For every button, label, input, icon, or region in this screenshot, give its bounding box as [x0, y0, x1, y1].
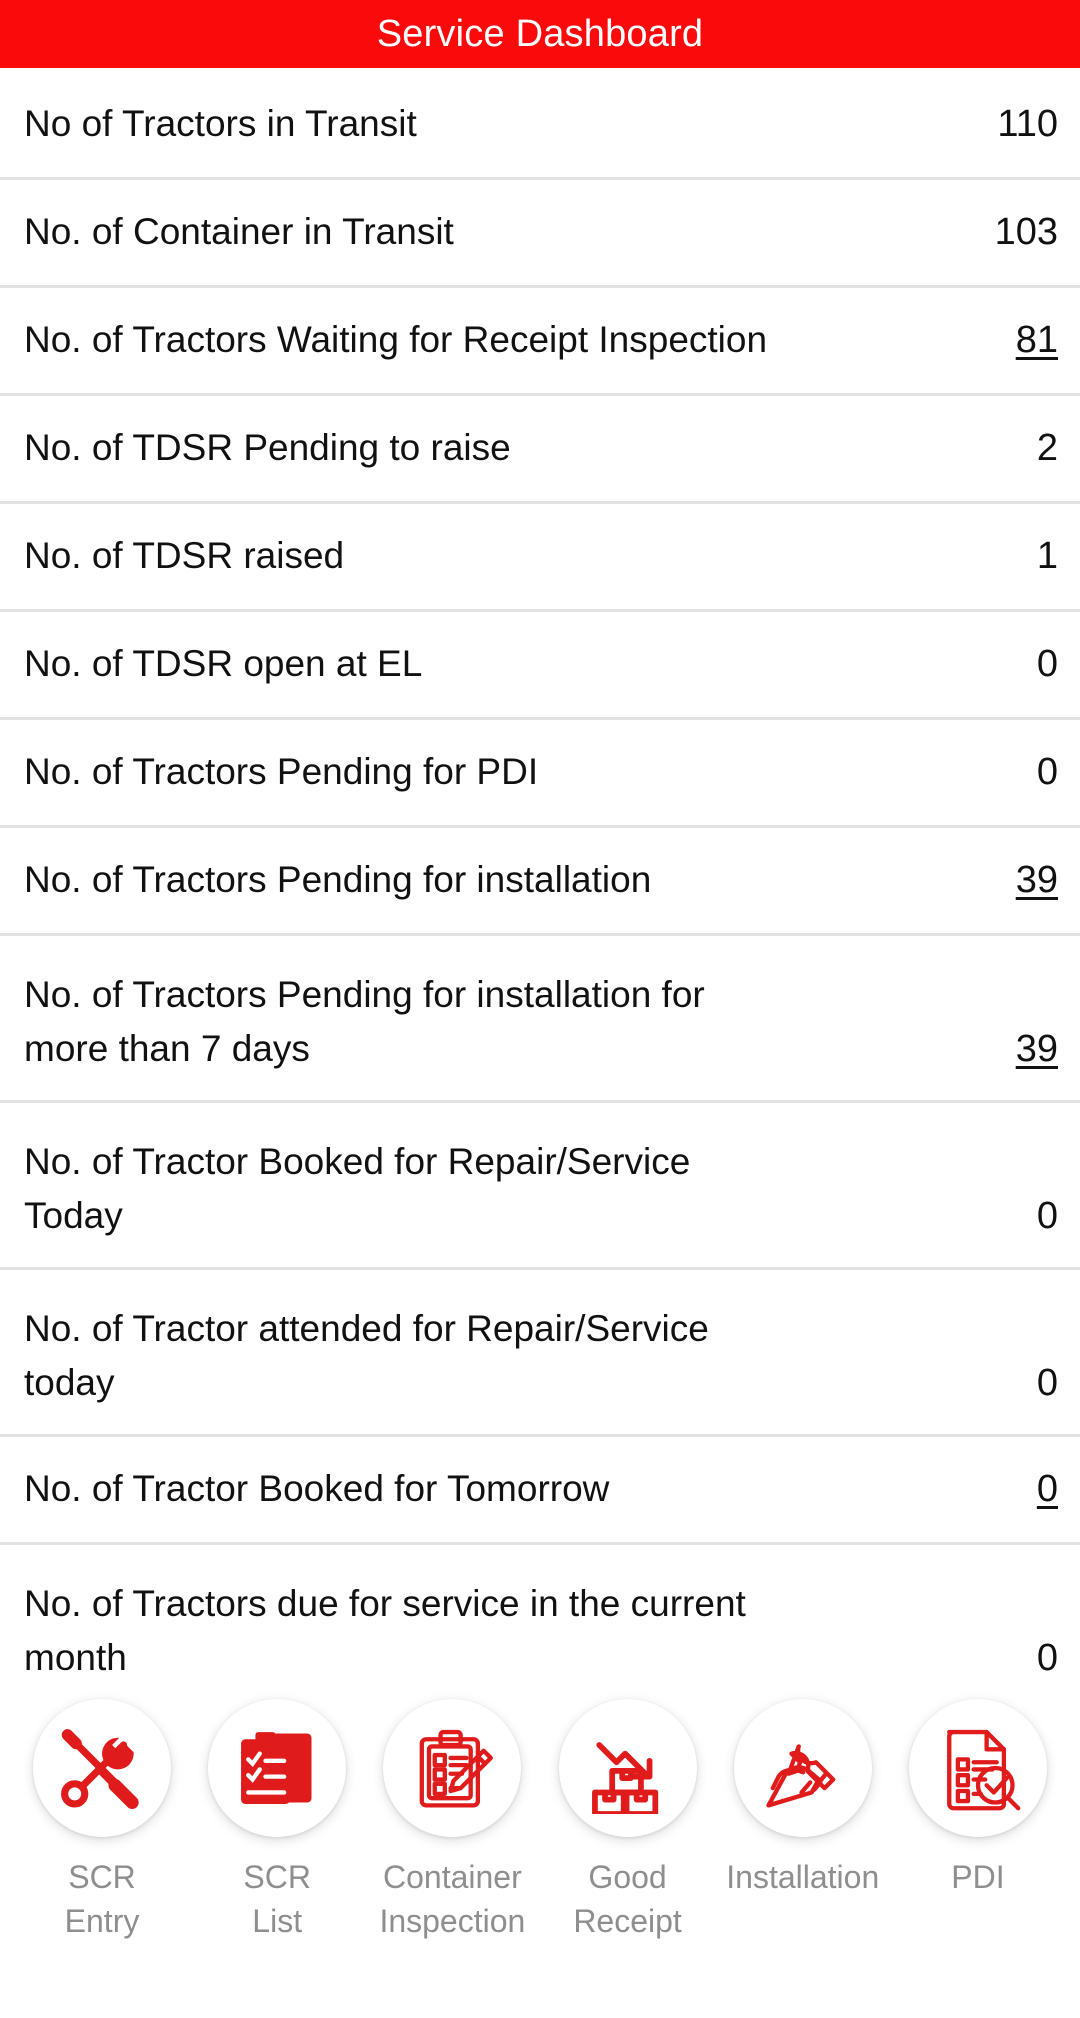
nav-item-label: Good Receipt: [573, 1859, 682, 1939]
boxes-down-arrow-icon[interactable]: [558, 1699, 697, 1837]
dashboard-row-label: No. of Tractors due for service in the c…: [24, 1583, 746, 1673]
nav-item-label: PDI: [951, 1859, 1005, 1895]
dashboard-row-label: No. of Tractor Booked for Tomorrow: [24, 1468, 610, 1509]
dashboard-row-value: 0: [1036, 751, 1058, 793]
nav-item-good-receipt[interactable]: Good Receipt: [544, 1699, 712, 1943]
dashboard-row[interactable]: No. of TDSR raised 1: [0, 504, 1080, 612]
dashboard-row-label: No. of TDSR raised: [24, 535, 345, 576]
dashboard-row[interactable]: No. of Tractors Waiting for Receipt Insp…: [0, 288, 1080, 396]
dashboard-list[interactable]: No of Tractors in Transit 110 No. of Conta…: [0, 68, 1080, 1673]
clipboard-pencil-icon[interactable]: [383, 1699, 522, 1837]
nav-item-label: SCR List: [243, 1859, 311, 1939]
app-header: Service Dashboard: [0, 0, 1080, 68]
document-magnifier-check-icon[interactable]: [908, 1699, 1047, 1837]
nav-item-scr-list[interactable]: SCR List: [193, 1699, 361, 1943]
dashboard-row[interactable]: No. of Tractor Booked for Repair/Service…: [0, 1103, 1080, 1270]
nav-item-label: SCR Entry: [64, 1859, 140, 1939]
page-title: Service Dashboard: [376, 12, 704, 55]
dashboard-row-label: No. of TDSR open at EL: [24, 643, 423, 684]
dashboard-row-label: No. of Tractor Booked for Repair/Service…: [24, 1141, 691, 1236]
dashboard-row-label: No of Tractors in Transit: [24, 103, 417, 144]
dashboard-row-label: No. of Tractor attended for Repair/Servi…: [24, 1308, 709, 1403]
dashboard-row[interactable]: No. of TDSR open at EL 0: [0, 612, 1080, 720]
bottom-navigation: SCR Entry SCR List Container Inspection: [0, 1673, 1080, 2018]
nav-item-scr-entry[interactable]: SCR Entry: [18, 1699, 186, 1943]
dashboard-row-label: No. of Tractors Pending for installation: [24, 859, 652, 900]
nav-item-pdi[interactable]: PDI: [894, 1699, 1062, 1899]
dashboard-row-value[interactable]: 39: [998, 1022, 1058, 1100]
dashboard-row[interactable]: No. of Container in Transit 103: [0, 180, 1080, 288]
nav-item-container-inspection[interactable]: Container Inspection: [368, 1699, 536, 1943]
dashboard-row[interactable]: No. of TDSR Pending to raise 2: [0, 396, 1080, 504]
dashboard-row-label: No. of Tractors Pending for PDI: [24, 751, 539, 792]
dashboard-row-value: 103: [994, 211, 1058, 253]
hand-wrench-icon[interactable]: [733, 1699, 872, 1837]
dashboard-row[interactable]: No. of Tractor attended for Repair/Servi…: [0, 1270, 1080, 1437]
service-dashboard-screen: Service Dashboard No of Tractors in Tran…: [0, 0, 1080, 2018]
dashboard-row-label: No. of Container in Transit: [24, 211, 454, 252]
dashboard-row[interactable]: No. of Tractors due for service in the c…: [0, 1545, 1080, 1673]
nav-item-label: Installation: [726, 1859, 880, 1895]
dashboard-row[interactable]: No. of Tractor Booked for Tomorrow 0: [0, 1437, 1080, 1545]
dashboard-row-value[interactable]: 81: [998, 313, 1058, 393]
dashboard-row-value: 110: [997, 103, 1058, 145]
dashboard-row[interactable]: No. of Tractors Pending for PDI 0: [0, 720, 1080, 828]
dashboard-row-value[interactable]: 39: [998, 853, 1058, 933]
clipboard-checklist-icon[interactable]: [208, 1699, 347, 1837]
dashboard-row[interactable]: No. of Tractors Pending for installation…: [0, 828, 1080, 936]
dashboard-row-value: 1: [1036, 535, 1058, 577]
dashboard-row-label: No. of Tractors Pending for installation…: [24, 974, 705, 1069]
dashboard-row-value: 0: [1036, 643, 1058, 685]
dashboard-row-value: 0: [1036, 1362, 1058, 1404]
dashboard-row[interactable]: No. of Tractors Pending for installation…: [0, 936, 1080, 1103]
dashboard-row-value: 0: [1036, 1637, 1058, 1673]
dashboard-row-value: 0: [1036, 1195, 1058, 1237]
nav-item-label: Container Inspection: [379, 1859, 526, 1939]
dashboard-row-value: 2: [1036, 427, 1058, 469]
dashboard-row-label: No. of TDSR Pending to raise: [24, 427, 511, 468]
dashboard-row[interactable]: No of Tractors in Transit 110: [0, 72, 1080, 180]
dashboard-row-value[interactable]: 0: [998, 1462, 1058, 1542]
dashboard-row-label: No. of Tractors Waiting for Receipt Insp…: [24, 319, 768, 360]
nav-item-installation[interactable]: Installation: [719, 1699, 887, 1899]
wrench-screwdriver-icon[interactable]: [33, 1699, 171, 1837]
